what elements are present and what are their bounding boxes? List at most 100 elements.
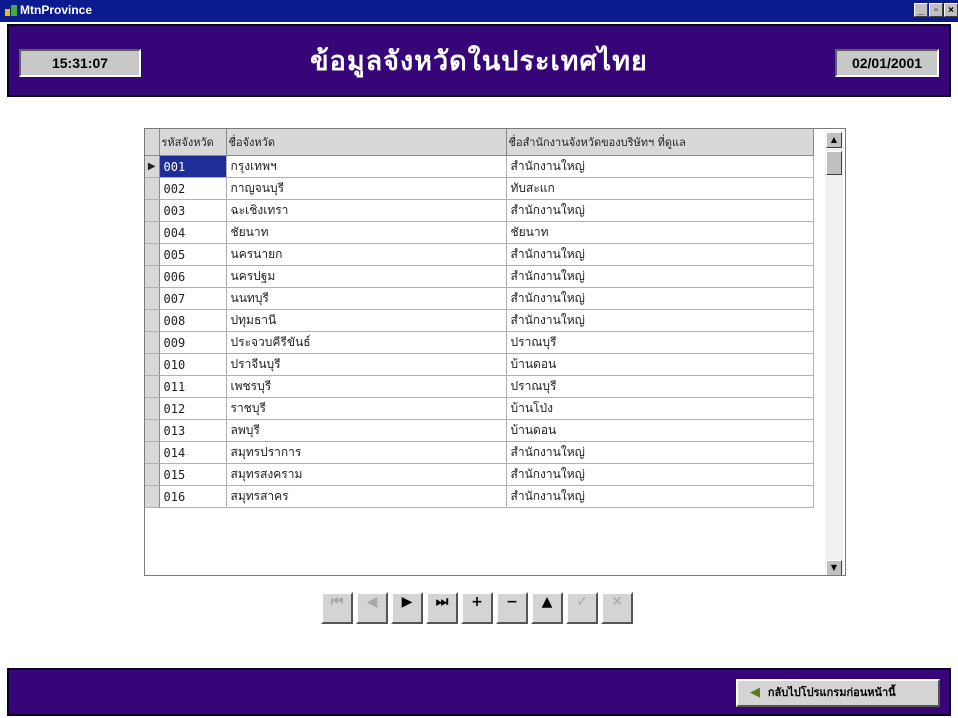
cell-office-name[interactable]: สำนักงานใหญ่ bbox=[506, 287, 814, 310]
nav-edit-button[interactable]: ▲ bbox=[531, 592, 563, 624]
table-row[interactable]: 015 สมุทรสงคราม สำนักงานใหญ่ bbox=[145, 463, 814, 486]
nav-cancel-button[interactable]: ✕ bbox=[601, 592, 633, 624]
cell-office-name[interactable]: บ้านโป่ง bbox=[506, 397, 814, 420]
cell-office-name[interactable]: สำนักงานใหญ่ bbox=[506, 199, 814, 222]
nav-first-button[interactable]: ⏮ bbox=[321, 592, 353, 624]
maximize-button[interactable]: ▫ bbox=[929, 3, 943, 17]
nav-post-button[interactable]: ✓ bbox=[566, 592, 598, 624]
cell-office-name[interactable]: ปราณบุรี bbox=[506, 375, 814, 398]
cell-province-name[interactable]: ฉะเชิงเทรา bbox=[226, 199, 507, 222]
table-row[interactable]: ▶ 001 กรุงเทพฯ สำนักงานใหญ่ bbox=[145, 155, 814, 178]
cell-office-name[interactable]: สำนักงานใหญ่ bbox=[506, 441, 814, 464]
row-indicator bbox=[145, 309, 160, 332]
table-row[interactable]: 016 สมุทรสาคร สำนักงานใหญ่ bbox=[145, 485, 814, 508]
cell-province-code[interactable]: 012 bbox=[159, 397, 227, 420]
table-row[interactable]: 010 ปราจีนบุรี บ้านดอน bbox=[145, 353, 814, 376]
header-panel: 15:31:07 ข้อมูลจังหวัดในประเทศไทย 02/01/… bbox=[7, 24, 951, 97]
cell-province-code[interactable]: 006 bbox=[159, 265, 227, 288]
cell-office-name[interactable]: บ้านดอน bbox=[506, 353, 814, 376]
cell-province-name[interactable]: ประจวบคีรีขันธ์ bbox=[226, 331, 507, 354]
cell-office-name[interactable]: ปราณบุรี bbox=[506, 331, 814, 354]
cell-province-name[interactable]: กรุงเทพฯ bbox=[226, 155, 507, 178]
cell-province-code[interactable]: 003 bbox=[159, 199, 227, 222]
last-record-icon: ⏭ bbox=[435, 594, 449, 610]
cell-province-code[interactable]: 004 bbox=[159, 221, 227, 244]
cell-province-name[interactable]: กาญจนบุรี bbox=[226, 177, 507, 200]
row-indicator bbox=[145, 375, 160, 398]
close-button[interactable]: × bbox=[944, 3, 958, 17]
date-display: 02/01/2001 bbox=[835, 49, 939, 77]
table-row[interactable]: 002 กาญจนบุรี ทับสะแก bbox=[145, 177, 814, 200]
cell-province-code[interactable]: 009 bbox=[159, 331, 227, 354]
window-title: MtnProvince bbox=[20, 3, 93, 17]
cell-office-name[interactable]: บ้านดอน bbox=[506, 419, 814, 442]
edit-up-icon: ▲ bbox=[541, 594, 553, 610]
column-header-province-code[interactable]: รหัสจังหวัด bbox=[159, 129, 227, 156]
table-row[interactable]: 004 ชัยนาท ชัยนาท bbox=[145, 221, 814, 244]
grid-vertical-scrollbar[interactable]: ▲ ▼ bbox=[825, 131, 843, 575]
cell-office-name[interactable]: ทับสะแก bbox=[506, 177, 814, 200]
scroll-up-icon[interactable]: ▲ bbox=[826, 132, 842, 148]
scroll-thumb[interactable] bbox=[826, 151, 842, 175]
cell-province-code[interactable]: 016 bbox=[159, 485, 227, 508]
cell-province-name[interactable]: เพชรบุรี bbox=[226, 375, 507, 398]
cell-office-name[interactable]: สำนักงานใหญ่ bbox=[506, 155, 814, 178]
cell-province-name[interactable]: ชัยนาท bbox=[226, 221, 507, 244]
nav-delete-button[interactable]: − bbox=[496, 592, 528, 624]
cell-province-code[interactable]: 015 bbox=[159, 463, 227, 486]
nav-insert-button[interactable]: + bbox=[461, 592, 493, 624]
nav-next-button[interactable]: ▶ bbox=[391, 592, 423, 624]
cell-province-name[interactable]: ราชบุรี bbox=[226, 397, 507, 420]
cell-province-name[interactable]: นนทบุรี bbox=[226, 287, 507, 310]
cell-province-code[interactable]: 005 bbox=[159, 243, 227, 266]
cell-province-name[interactable]: สมุทรปราการ bbox=[226, 441, 507, 464]
cell-office-name[interactable]: สำนักงานใหญ่ bbox=[506, 309, 814, 332]
cell-province-name[interactable]: ลพบุรี bbox=[226, 419, 507, 442]
cell-province-name[interactable]: ปทุมธานี bbox=[226, 309, 507, 332]
table-row[interactable]: 007 นนทบุรี สำนักงานใหญ่ bbox=[145, 287, 814, 310]
cell-office-name[interactable]: สำนักงานใหญ่ bbox=[506, 485, 814, 508]
cell-province-code[interactable]: 014 bbox=[159, 441, 227, 464]
province-grid[interactable]: รหัสจังหวัด ชื่อจังหวัด ชื่อสำนักงานจังห… bbox=[144, 128, 846, 576]
cell-province-code[interactable]: 013 bbox=[159, 419, 227, 442]
row-indicator bbox=[145, 485, 160, 508]
table-row[interactable]: 013 ลพบุรี บ้านดอน bbox=[145, 419, 814, 442]
cell-office-name[interactable]: ชัยนาท bbox=[506, 221, 814, 244]
table-row[interactable]: 011 เพชรบุรี ปราณบุรี bbox=[145, 375, 814, 398]
cell-province-name[interactable]: ปราจีนบุรี bbox=[226, 353, 507, 376]
table-row[interactable]: 005 นครนายก สำนักงานใหญ่ bbox=[145, 243, 814, 266]
cell-province-code[interactable]: 001 bbox=[159, 155, 227, 178]
minimize-button[interactable]: _ bbox=[914, 3, 928, 17]
cell-province-code[interactable]: 011 bbox=[159, 375, 227, 398]
cell-office-name[interactable]: สำนักงานใหญ่ bbox=[506, 243, 814, 266]
cell-province-name[interactable]: สมุทรสาคร bbox=[226, 485, 507, 508]
nav-last-button[interactable]: ⏭ bbox=[426, 592, 458, 624]
cell-province-name[interactable]: สมุทรสงคราม bbox=[226, 463, 507, 486]
cell-office-name[interactable]: สำนักงานใหญ่ bbox=[506, 265, 814, 288]
nav-prior-button[interactable]: ◀ bbox=[356, 592, 388, 624]
cell-province-code[interactable]: 010 bbox=[159, 353, 227, 376]
table-row[interactable]: 012 ราชบุรี บ้านโป่ง bbox=[145, 397, 814, 420]
cancel-x-icon: ✕ bbox=[611, 594, 623, 610]
table-row[interactable]: 003 ฉะเชิงเทรา สำนักงานใหญ่ bbox=[145, 199, 814, 222]
column-header-province-name[interactable]: ชื่อจังหวัด bbox=[226, 129, 507, 156]
column-header-office-name[interactable]: ชื่อสำนักงานจังหวัดของบริษัทฯ ที่ดูแล bbox=[506, 129, 814, 156]
row-indicator bbox=[145, 221, 160, 244]
cell-province-name[interactable]: นครนายก bbox=[226, 243, 507, 266]
row-indicator bbox=[145, 287, 160, 310]
row-indicator bbox=[145, 441, 160, 464]
footer-panel: ◀ กลับไปโปรแกรมก่อนหน้านี้ bbox=[7, 668, 951, 716]
cell-province-code[interactable]: 008 bbox=[159, 309, 227, 332]
table-row[interactable]: 009 ประจวบคีรีขันธ์ ปราณบุรี bbox=[145, 331, 814, 354]
cell-office-name[interactable]: สำนักงานใหญ่ bbox=[506, 463, 814, 486]
table-row[interactable]: 014 สมุทรปราการ สำนักงานใหญ่ bbox=[145, 441, 814, 464]
table-row[interactable]: 008 ปทุมธานี สำนักงานใหญ่ bbox=[145, 309, 814, 332]
grid-indicator-header bbox=[145, 129, 160, 156]
cell-province-code[interactable]: 002 bbox=[159, 177, 227, 200]
table-row[interactable]: 006 นครปฐม สำนักงานใหญ่ bbox=[145, 265, 814, 288]
back-to-previous-button[interactable]: ◀ กลับไปโปรแกรมก่อนหน้านี้ bbox=[736, 679, 940, 707]
scroll-down-icon[interactable]: ▼ bbox=[826, 560, 842, 575]
minus-icon: − bbox=[506, 594, 518, 610]
cell-province-name[interactable]: นครปฐม bbox=[226, 265, 507, 288]
cell-province-code[interactable]: 007 bbox=[159, 287, 227, 310]
